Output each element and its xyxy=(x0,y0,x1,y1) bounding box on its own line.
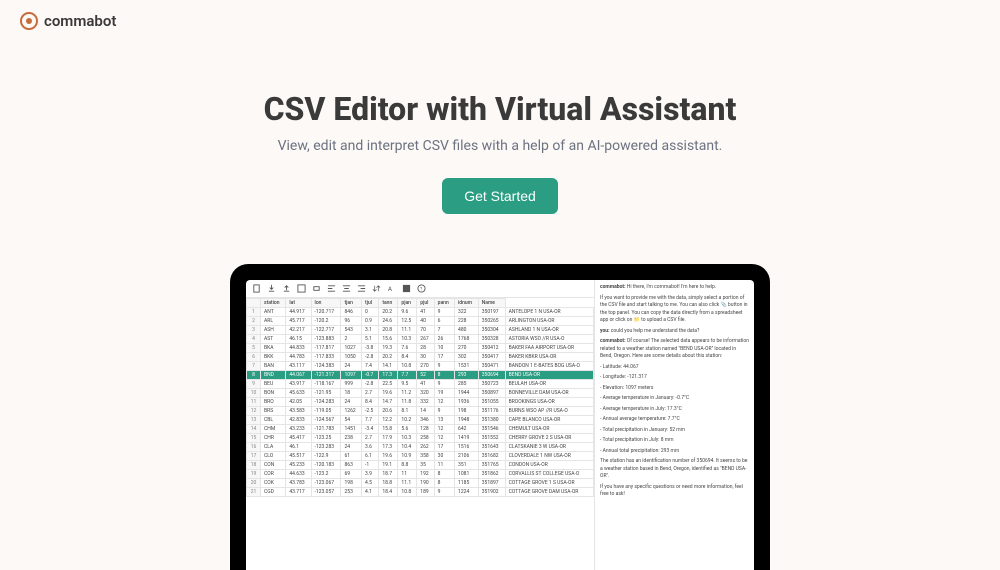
spreadsheet-panel: A ? stationlatlontjantjultannpjanpjulpan… xyxy=(246,280,594,570)
get-started-button[interactable]: Get Started xyxy=(442,178,558,214)
chat-bullet: - Latitude: 44.067 xyxy=(600,364,749,372)
sort-icon[interactable] xyxy=(372,284,381,293)
preview: A ? stationlatlontjantjultannpjanpjulpan… xyxy=(0,264,1000,570)
print-icon[interactable] xyxy=(312,284,321,293)
logo-icon xyxy=(20,12,38,30)
chat-bullet: - Total precipitation in January: 52 mm xyxy=(600,427,749,435)
header: commabot xyxy=(0,0,1000,42)
hero: CSV Editor with Virtual Assistant View, … xyxy=(0,42,1000,244)
chat-msg: commabot: Hi there, I'm commabot! I'm he… xyxy=(600,284,749,292)
chat-bullet: - Average temperature in July: 17.3°C xyxy=(600,406,749,414)
chat-panel: commabot: Hi there, I'm commabot! I'm he… xyxy=(594,280,754,570)
chat-msg: If you want to provide me with the data,… xyxy=(600,295,749,325)
svg-text:?: ? xyxy=(420,286,422,292)
toolbar: A ? xyxy=(246,280,594,298)
paste-icon[interactable] xyxy=(252,284,261,293)
save-icon[interactable] xyxy=(297,284,306,293)
app-screen: A ? stationlatlontjantjultannpjanpjulpan… xyxy=(246,280,754,570)
device-frame: A ? stationlatlontjantjultannpjanpjulpan… xyxy=(230,264,770,570)
align-left-icon[interactable] xyxy=(327,284,336,293)
chat-msg: you: could you help me understand the da… xyxy=(600,328,749,336)
fill-icon[interactable] xyxy=(402,284,411,293)
page-title: CSV Editor with Virtual Assistant xyxy=(20,90,980,128)
chat-msg: The station has an identification number… xyxy=(600,458,749,481)
upload-icon[interactable] xyxy=(282,284,291,293)
download-icon[interactable] xyxy=(267,284,276,293)
svg-text:A: A xyxy=(388,285,393,293)
brand-name: commabot xyxy=(44,12,116,30)
chat-bullet: - Elevation: 1097 meters xyxy=(600,385,749,393)
chat-msg: If you have any specific questions or ne… xyxy=(600,484,749,499)
align-center-icon[interactable] xyxy=(342,284,351,293)
help-icon[interactable]: ? xyxy=(417,284,426,293)
chat-bullet: - Average temperature in January: -0.7°C xyxy=(600,395,749,403)
chat-bullet: - Total precipitation in July: 8 mm xyxy=(600,437,749,445)
chat-bullet: - Longitude: -121.317 xyxy=(600,374,749,382)
chat-msg: commabot: Of course! The selected data a… xyxy=(600,338,749,361)
align-right-icon[interactable] xyxy=(357,284,366,293)
page-subtitle: View, edit and interpret CSV files with … xyxy=(20,138,980,154)
table[interactable]: stationlatlontjantjultannpjanpjulpannidn… xyxy=(246,298,594,570)
chat-bullet: - Annual total precipitation: 293 mm xyxy=(600,448,749,456)
chat-bullet: - Annual average temperature: 7.7°C xyxy=(600,416,749,424)
font-icon[interactable]: A xyxy=(387,284,396,293)
